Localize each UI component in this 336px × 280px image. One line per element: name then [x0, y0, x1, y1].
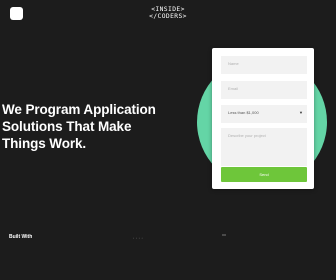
project-description-textarea[interactable]: Describe your project [221, 128, 307, 166]
budget-select[interactable]: Less than $1,000 ▼ [221, 105, 307, 123]
landing-page: <INSIDE> </CODERS> We Program Applicatio… [0, 0, 336, 280]
name-placeholder: Name [228, 61, 239, 66]
decorative-dots: • • • • [133, 236, 144, 240]
description-placeholder: Describe your project [228, 133, 266, 138]
hero-line-1: We Program Application [2, 102, 156, 117]
brand-logo-text[interactable]: <INSIDE> </CODERS> [0, 6, 336, 20]
budget-value: Less than $1,000 [228, 110, 259, 115]
hero-line-2: Solutions That Make [2, 119, 132, 134]
hero-heading: We Program Application Solutions That Ma… [2, 101, 182, 152]
chevron-down-icon: ▼ [299, 110, 303, 115]
decorative-mark [222, 234, 226, 236]
contact-form: Name Email Less than $1,000 ▼ Describe y… [212, 48, 314, 189]
name-input[interactable]: Name [221, 56, 307, 74]
send-button[interactable]: Send [221, 167, 307, 182]
brand-line-2: </CODERS> [149, 13, 187, 20]
built-with-label: Built With [9, 234, 33, 240]
email-placeholder: Email [228, 86, 239, 91]
brand-line-1: <INSIDE> [151, 6, 185, 13]
email-input[interactable]: Email [221, 81, 307, 99]
hero-line-3: Things Work. [2, 136, 87, 151]
